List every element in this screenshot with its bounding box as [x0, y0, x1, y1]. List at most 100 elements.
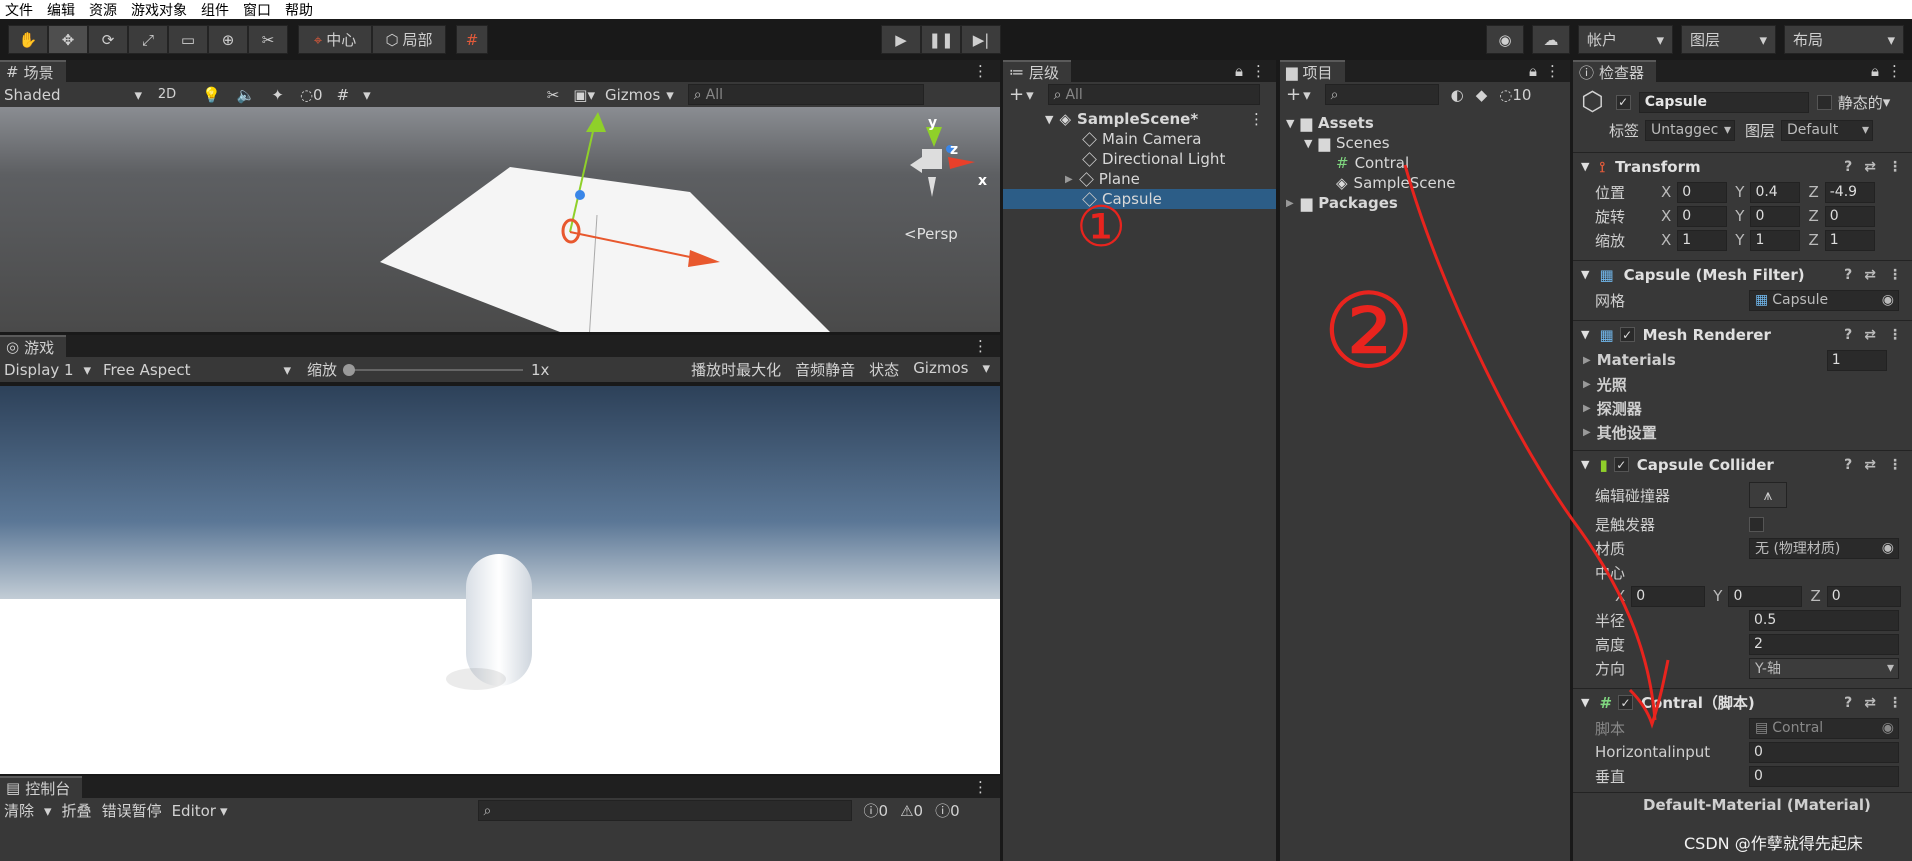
more-options-icon[interactable]: ⋮ — [1249, 110, 1264, 128]
more-options-icon[interactable]: ⋮ — [973, 62, 988, 80]
tab-scene[interactable]: # 场景 — [0, 60, 66, 82]
stats-toggle[interactable]: 状态 — [869, 359, 899, 380]
script-enabled-checkbox[interactable]: ✓ — [1618, 695, 1634, 710]
help-icon[interactable]: ? — [1844, 695, 1852, 711]
menu-gameobject[interactable]: 游戏对象 — [131, 0, 187, 20]
center-z-field[interactable]: 0 — [1826, 585, 1901, 607]
scale-x-field[interactable]: 1 — [1677, 229, 1728, 251]
menu-window[interactable]: 窗口 — [243, 0, 271, 20]
visibility-icon[interactable]: ◌ — [300, 86, 313, 104]
probes-row[interactable]: ▶ 探测器 — [1573, 396, 1912, 420]
rect-tool-icon[interactable]: ▭ — [168, 25, 208, 54]
gizmo-y-arrow[interactable] — [586, 112, 606, 132]
dropdown-arrow-icon[interactable]: ▾ — [1303, 86, 1311, 104]
audio-icon[interactable]: 🔈 — [237, 86, 256, 104]
hierarchy-item-plane[interactable]: ▶ Plane — [1003, 169, 1276, 189]
grid-snap-icon[interactable]: # — [456, 25, 488, 54]
effects-icon[interactable]: ✦ — [271, 86, 284, 104]
play-button[interactable]: ▶ — [881, 25, 921, 54]
capsule-object[interactable] — [466, 554, 532, 686]
script-header[interactable]: ▼ # ✓ Contral（脚本)? ⇄ ⋮ — [1573, 688, 1912, 716]
camera-icon[interactable]: ▣▾ — [573, 86, 595, 104]
error-icon[interactable]: ⓘ — [935, 800, 950, 821]
dropdown-arrow-icon[interactable]: ▾ — [44, 802, 52, 820]
pivot-center-button[interactable]: ⌖ 中心 — [298, 25, 372, 54]
maximize-on-play-toggle[interactable]: 播放时最大化 — [691, 359, 781, 380]
scale-z-field[interactable]: 1 — [1824, 229, 1875, 251]
error-pause-toggle[interactable]: 错误暂停 — [102, 800, 162, 821]
active-checkbox[interactable]: ✓ — [1615, 94, 1631, 110]
object-picker-icon[interactable]: ◉ — [1882, 292, 1894, 308]
static-checkbox[interactable] — [1816, 94, 1832, 110]
scene-viewport[interactable]: y z x <Persp — [0, 107, 1000, 332]
height-field[interactable]: 2 — [1749, 633, 1899, 655]
more-options-icon[interactable]: ⋮ — [1888, 159, 1902, 175]
aspect-dropdown[interactable]: Free Aspect ▾ — [97, 361, 297, 379]
lock-icon[interactable]: 🔒︎ — [1529, 62, 1537, 80]
folder-scenes[interactable]: ▼ ▆ Scenes — [1280, 133, 1570, 153]
lock-icon[interactable]: 🔒︎ — [1235, 62, 1243, 80]
console-search-input[interactable]: ⌕ — [477, 800, 852, 821]
trigger-checkbox[interactable] — [1749, 516, 1764, 532]
preset-icon[interactable]: ⇄ — [1864, 267, 1876, 283]
center-y-field[interactable]: 0 — [1728, 585, 1803, 607]
preset-icon[interactable]: ⇄ — [1864, 695, 1876, 711]
tab-hierarchy[interactable]: ≔ 层级 — [1003, 60, 1072, 82]
menu-help[interactable]: 帮助 — [285, 0, 313, 20]
game-gizmos-toggle[interactable]: Gizmos — [913, 359, 968, 380]
add-icon[interactable]: + — [1009, 84, 1024, 105]
mute-audio-toggle[interactable]: 音频静音 — [795, 359, 855, 380]
hierarchy-item-capsule[interactable]: Capsule — [1003, 189, 1276, 209]
project-search-input[interactable]: ⌕ — [1324, 84, 1439, 105]
help-icon[interactable]: ? — [1844, 457, 1852, 473]
materials-row[interactable]: ▶ Materials 1 — [1573, 348, 1912, 372]
name-field[interactable]: Capsule — [1638, 91, 1809, 113]
account-dropdown[interactable]: 帐户 ▾ — [1578, 25, 1673, 54]
scale-tool-icon[interactable]: ⤢ — [128, 25, 168, 54]
menu-file[interactable]: 文件 — [5, 0, 33, 20]
layers-dropdown[interactable]: 图层 ▾ — [1681, 25, 1776, 54]
menu-component[interactable]: 组件 — [201, 0, 229, 20]
axis-orientation-gizmo[interactable] — [910, 127, 975, 197]
asset-samplescene[interactable]: ◈ SampleScene — [1280, 173, 1570, 193]
preset-icon[interactable]: ⇄ — [1864, 457, 1876, 473]
collider-enabled-checkbox[interactable]: ✓ — [1613, 457, 1629, 472]
editor-dropdown[interactable]: Editor — [172, 802, 216, 820]
menu-edit[interactable]: 编辑 — [47, 0, 75, 20]
materials-count-field[interactable]: 1 — [1826, 349, 1887, 371]
pivot-local-button[interactable]: ⬡ 局部 — [372, 25, 446, 54]
tab-project[interactable]: ▆ 项目 — [1280, 60, 1345, 82]
rotation-y-field[interactable]: 0 — [1750, 205, 1801, 227]
horizontal-input-field[interactable]: 0 — [1749, 741, 1899, 763]
meshrenderer-header[interactable]: ▼ ▦ ✓ Mesh Renderer? ⇄ ⋮ — [1573, 320, 1912, 348]
rotate-tool-icon[interactable]: ⟳ — [88, 25, 128, 54]
lock-icon[interactable]: 🔒︎ — [1871, 62, 1879, 80]
projection-toggle[interactable]: <Persp — [904, 225, 958, 243]
hierarchy-item-main-camera[interactable]: Main Camera — [1003, 129, 1276, 149]
hand-tool-icon[interactable]: ✋ — [8, 25, 48, 54]
tools-icon[interactable]: ✂ — [547, 86, 560, 104]
cloud-icon[interactable]: ☁ — [1532, 25, 1570, 54]
add-icon[interactable]: + — [1286, 84, 1301, 105]
scale-slider-thumb[interactable] — [343, 363, 356, 376]
tab-console[interactable]: ▤ 控制台 — [0, 776, 83, 798]
folder-packages[interactable]: ▶ ▆ Packages — [1280, 193, 1570, 213]
transform-tool-icon[interactable]: ⊕ — [208, 25, 248, 54]
folder-assets[interactable]: ▼ ▆ Assets — [1280, 113, 1570, 133]
gizmos-dropdown[interactable]: Gizmos — [605, 86, 660, 104]
scale-y-field[interactable]: 1 — [1750, 229, 1801, 251]
collab-icon[interactable]: ◉ — [1486, 25, 1524, 54]
scene-root[interactable]: ▼ ◈ SampleScene* ⋮ — [1003, 109, 1276, 129]
step-button[interactable]: ▶| — [961, 25, 1001, 54]
other-settings-row[interactable]: ▶ 其他设置 — [1573, 420, 1912, 444]
help-icon[interactable]: ? — [1844, 159, 1852, 175]
transform-header[interactable]: ▼ ⟟ Transform? ⇄ ⋮ — [1573, 152, 1912, 180]
lighting-icon[interactable]: 💡 — [202, 86, 221, 104]
more-options-icon[interactable]: ⋮ — [1888, 327, 1902, 343]
pause-button[interactable]: ❚❚ — [921, 25, 961, 54]
more-options-icon[interactable]: ⋮ — [1251, 62, 1266, 80]
radius-field[interactable]: 0.5 — [1749, 609, 1899, 631]
renderer-enabled-checkbox[interactable]: ✓ — [1619, 327, 1635, 342]
more-options-icon[interactable]: ⋮ — [1888, 695, 1902, 711]
direction-dropdown[interactable]: Y-轴 ▾ — [1749, 657, 1899, 679]
